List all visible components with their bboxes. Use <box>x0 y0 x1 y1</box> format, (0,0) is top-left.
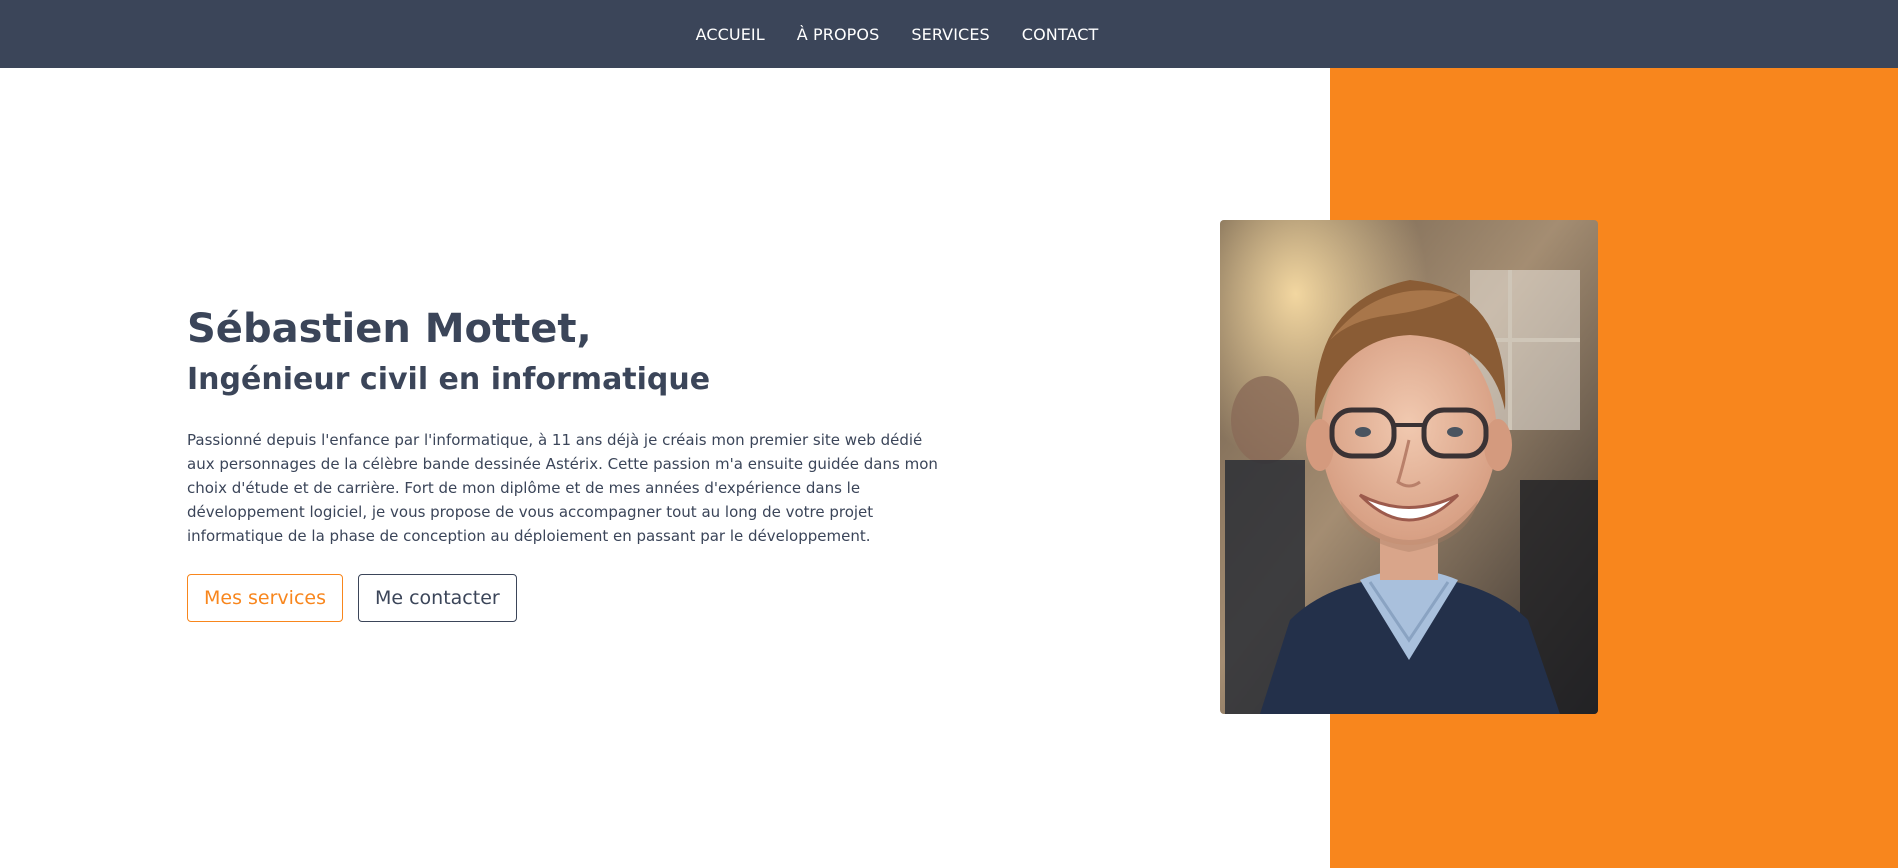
nav-menu: ACCUEIL À PROPOS SERVICES CONTACT <box>696 25 1099 44</box>
nav-item-accueil: ACCUEIL <box>696 25 765 44</box>
contact-button[interactable]: Me contacter <box>357 574 517 622</box>
nav-link-services[interactable]: SERVICES <box>911 25 989 44</box>
nav-link-a-propos[interactable]: À PROPOS <box>797 25 880 44</box>
nav-link-contact[interactable]: CONTACT <box>1022 25 1099 44</box>
nav-item-contact: CONTACT <box>1022 25 1099 44</box>
nav-item-services: SERVICES <box>911 25 989 44</box>
nav-item-a-propos: À PROPOS <box>797 25 880 44</box>
profile-photo <box>1220 220 1598 714</box>
nav-link-accueil[interactable]: ACCUEIL <box>696 25 765 44</box>
portrait-illustration <box>1220 220 1598 714</box>
navbar: ACCUEIL À PROPOS SERVICES CONTACT <box>0 0 1898 68</box>
services-button[interactable]: Mes services <box>187 574 343 622</box>
hero-buttons: Mes services Me contacter <box>187 574 947 622</box>
hero-title: Sébastien Mottet, <box>187 306 592 352</box>
hero-subtitle: Ingénieur civil en informatique <box>187 362 711 397</box>
hero-section: Sébastien Mottet, Ingénieur civil en inf… <box>187 300 947 622</box>
hero-paragraph: Passionné depuis l'enfance par l'informa… <box>187 431 938 545</box>
